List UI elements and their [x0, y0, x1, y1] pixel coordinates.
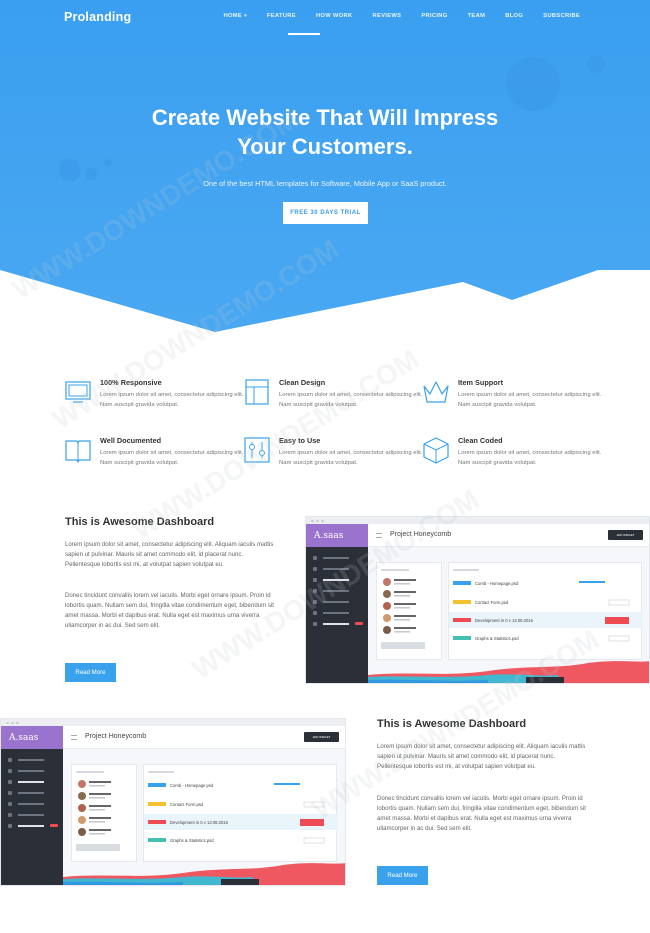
dashboard-mockup-1: A.saas Project Honeycomb ADD WIDGET Comb… — [305, 516, 650, 684]
window-titlebar — [1, 719, 345, 726]
feature-title: Easy to Use — [279, 436, 321, 445]
nav-home[interactable]: HOME ▾ — [223, 13, 246, 19]
feature-description: Lorem ipsum dolor sit amet, consectetur … — [279, 392, 423, 408]
file-name-3: Development in 0 v 13.08.2016 — [170, 820, 229, 825]
cube-icon — [423, 437, 449, 464]
feature-description: Lorem ipsum dolor sit amet, consectetur … — [458, 392, 602, 408]
dashboard-mockup-2: A.saas Project Honeycomb ADD WIDGET Comb… — [0, 718, 346, 886]
feature-title: Well Documented — [100, 436, 162, 445]
file-name-1: Comb - Homepage.psd — [475, 581, 519, 586]
activity-chart — [368, 661, 649, 683]
hero-section: Prolanding HOME ▾ FEATURE HOW WORK REVIEW… — [0, 0, 650, 340]
feature-description: Lorem ipsum dolor sit amet, consectetur … — [100, 392, 244, 408]
team-list — [76, 771, 120, 851]
window-titlebar — [306, 517, 649, 524]
dashboard-sidebar: A.saas — [1, 726, 63, 885]
nav-active-indicator — [288, 33, 320, 35]
sidebar-item[interactable] — [306, 552, 368, 563]
feature-description: Lorem ipsum dolor sit amet, consectetur … — [279, 450, 423, 466]
file-name-2: Contact Form.psd — [475, 600, 509, 605]
add-widget-button[interactable]: ADD WIDGET — [608, 530, 643, 540]
dashboard-title: Project Honeycomb — [390, 531, 452, 538]
dashboard-topbar: Project Honeycomb ADD WIDGET — [63, 726, 345, 749]
hero-title-line-1: Create Website That Will Impress — [151, 105, 499, 130]
free-trial-button[interactable]: FREE 30 DAYS TRIAL — [283, 202, 368, 224]
feature-description: Lorem ipsum dolor sit amet, consectetur … — [100, 450, 244, 466]
nav-links: HOME ▾ FEATURE HOW WORK REVIEWS PRICING T… — [203, 13, 580, 19]
section1-paragraph-2: Donec tincidunt convallis lorem vel iacu… — [65, 592, 274, 629]
section1-paragraph-1: Lorem ipsum dolor sit amet, consectetur … — [65, 541, 274, 568]
dashboard-logo: A.saas — [1, 726, 63, 749]
hero-background — [0, 0, 650, 332]
sidebar-item[interactable] — [306, 563, 368, 574]
layout-icon — [245, 379, 269, 405]
nav-how-work[interactable]: HOW WORK — [316, 13, 353, 19]
file-name-3: Development in 0 v 13.08.2016 — [475, 618, 534, 623]
menu-icon[interactable] — [376, 533, 382, 538]
nav-pricing[interactable]: PRICING — [421, 13, 447, 19]
section2-title: This is Awesome Dashboard — [377, 718, 527, 730]
team-list — [381, 569, 425, 649]
dashboard-sidebar: A.saas — [306, 524, 368, 683]
sidebar-item[interactable] — [1, 776, 63, 787]
dashboard-menu — [1, 754, 63, 831]
section2-read-more-button[interactable]: Read More — [377, 866, 428, 885]
chevron-down-icon: ▾ — [244, 13, 247, 19]
sidebar-item[interactable] — [306, 574, 368, 585]
dashboard-topbar: Project Honeycomb ADD WIDGET — [368, 524, 649, 547]
file-list: Comb - Homepage.psd Contact Form.psd Dev… — [449, 569, 643, 642]
crown-icon — [423, 381, 449, 403]
section1-read-more-button[interactable]: Read More — [65, 663, 116, 682]
dashboard-title: Project Honeycomb — [85, 733, 147, 740]
file-list: Comb - Homepage.psd Contact Form.psd Dev… — [144, 771, 338, 844]
book-icon — [65, 440, 91, 463]
sidebar-item[interactable] — [1, 798, 63, 809]
feature-description: Lorem ipsum dolor sit amet, consectetur … — [458, 450, 602, 466]
sidebar-item[interactable] — [306, 596, 368, 607]
add-widget-button[interactable]: ADD WIDGET — [304, 732, 339, 742]
site-logo[interactable]: Prolanding — [64, 10, 131, 24]
nav-subscribe[interactable]: SUBSCRIBE — [543, 13, 580, 19]
dashboard-logo: A.saas — [306, 524, 368, 547]
sidebar-item[interactable] — [1, 820, 63, 831]
team-card — [376, 562, 442, 660]
hero-subtitle: One of the best HTML templates for Softw… — [203, 179, 447, 188]
sidebar-item[interactable] — [1, 787, 63, 798]
sidebar-item[interactable] — [1, 754, 63, 765]
dashboard-menu — [306, 552, 368, 629]
menu-icon[interactable] — [71, 735, 77, 740]
feature-title: Clean Coded — [458, 436, 503, 445]
file-name-4: Graphs & Statistics.psd — [170, 838, 214, 843]
team-card — [71, 764, 137, 862]
nav-reviews[interactable]: REVIEWS — [372, 13, 401, 19]
sidebar-item[interactable] — [1, 809, 63, 820]
hero-title-line-2: Your Customers. — [237, 134, 413, 159]
files-card: Comb - Homepage.psd Contact Form.psd Dev… — [143, 764, 338, 862]
files-card: Comb - Homepage.psd Contact Form.psd Dev… — [448, 562, 643, 660]
monitor-icon — [65, 381, 91, 403]
section1-title: This is Awesome Dashboard — [65, 516, 215, 528]
file-name-4: Graphs & Statistics.psd — [475, 636, 519, 641]
feature-title: Item Support — [458, 378, 503, 387]
file-name-1: Comb - Homepage.psd — [170, 783, 214, 788]
file-name-2: Contact Form.psd — [170, 802, 204, 807]
section2-paragraph-2: Donec tincidunt convallis lorem vel iacu… — [377, 795, 586, 832]
feature-title: Clean Design — [279, 378, 326, 387]
nav-team[interactable]: TEAM — [468, 13, 486, 19]
sidebar-item[interactable] — [306, 618, 368, 629]
top-navigation: Prolanding HOME ▾ FEATURE HOW WORK REVIEW… — [0, 0, 650, 36]
sidebar-item[interactable] — [306, 607, 368, 618]
sidebar-item[interactable] — [306, 585, 368, 596]
sidebar-item[interactable] — [1, 765, 63, 776]
sliders-icon — [244, 437, 270, 463]
section2-paragraph-1: Lorem ipsum dolor sit amet, consectetur … — [377, 743, 586, 770]
nav-feature[interactable]: FEATURE — [267, 13, 296, 19]
watermark-text: WWW.DOWNDEMO.COM — [127, 343, 424, 545]
activity-chart — [63, 863, 345, 885]
feature-title: 100% Responsive — [100, 378, 162, 387]
hero-title: Create Website That Will Impress Your Cu… — [0, 103, 650, 161]
nav-blog[interactable]: BLOG — [505, 13, 523, 19]
